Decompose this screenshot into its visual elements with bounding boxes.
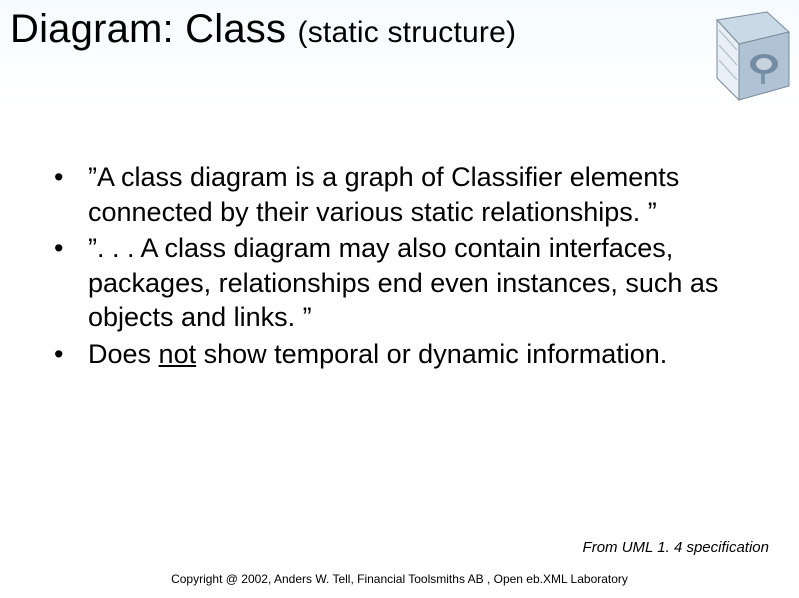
cube-icon (689, 0, 799, 110)
copyright-line: Copyright @ 2002, Anders W. Tell, Financ… (0, 572, 799, 586)
bullet-text: ”. . . A class diagram may also contain … (88, 231, 750, 335)
list-item: • ”A class diagram is a graph of Classif… (50, 160, 750, 229)
bullet-text: ”A class diagram is a graph of Classifie… (88, 160, 750, 229)
list-item: • Does not show temporal or dynamic info… (50, 337, 750, 372)
bullet-dot: • (50, 337, 88, 372)
title-sub: (static structure) (298, 16, 517, 49)
bullet-text-suffix: show temporal or dynamic information. (196, 339, 667, 369)
bullet-dot: • (50, 231, 88, 335)
slide: Diagram: Class (static structure) • ”A c… (0, 0, 799, 598)
bullet-text-prefix: Does (88, 339, 159, 369)
slide-title: Diagram: Class (static structure) (10, 8, 516, 50)
bullet-text: Does not show temporal or dynamic inform… (88, 337, 750, 372)
title-main: Diagram: Class (10, 7, 298, 51)
bullet-text-underlined: not (159, 339, 197, 369)
list-item: • ”. . . A class diagram may also contai… (50, 231, 750, 335)
bullet-list: • ”A class diagram is a graph of Classif… (50, 160, 750, 373)
source-line: From UML 1. 4 specification (583, 539, 769, 556)
bullet-dot: • (50, 160, 88, 229)
